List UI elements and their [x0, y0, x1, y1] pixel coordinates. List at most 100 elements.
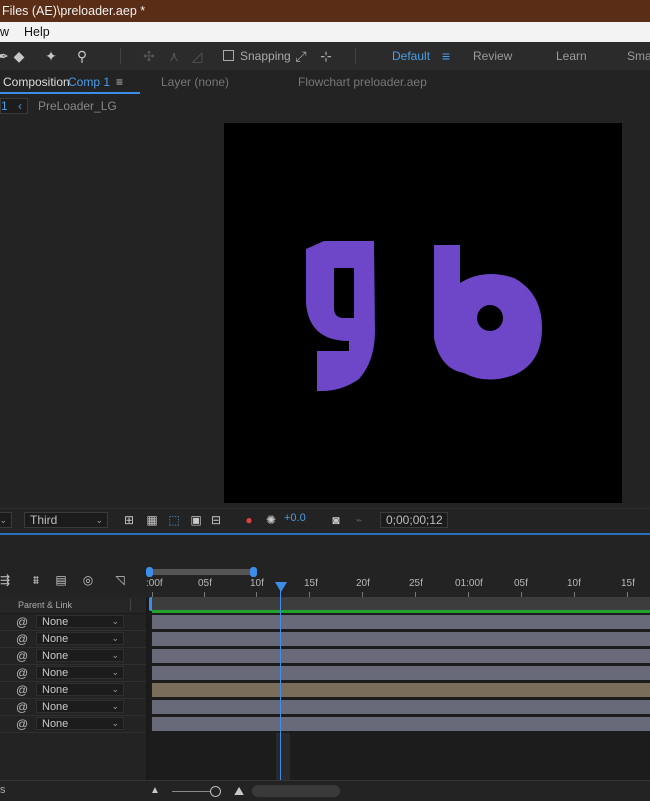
pick-whip-icon[interactable]: @	[16, 649, 28, 663]
parent-link-column-header[interactable]: Parent & Link	[18, 597, 72, 613]
time-ruler[interactable]: :00f 05f 10f 15f 20f 25f 01:00f 05f 10f …	[146, 565, 650, 597]
frame-blending-icon[interactable]: ◎	[79, 571, 97, 589]
region-of-interest-icon[interactable]: ▣	[187, 511, 205, 529]
panel-menu-icon[interactable]: ≡	[116, 70, 123, 94]
ruler-label: 20f	[356, 578, 370, 589]
workspace-menu-icon[interactable]: ≡	[437, 47, 455, 65]
layer-duration-bar[interactable]	[152, 615, 650, 629]
viewer-panel-header: Composition Comp 1 ≡ Layer (none) Flowch…	[0, 70, 650, 95]
parent-dropdown[interactable]: None ⌄	[36, 717, 124, 730]
window-title: Files (AE)\preloader.aep *	[2, 4, 146, 18]
parent-dropdown[interactable]: None ⌄	[36, 615, 124, 628]
parent-dropdown[interactable]: None ⌄	[36, 700, 124, 713]
workspace-review[interactable]: Review	[473, 42, 512, 70]
breadcrumb-comp[interactable]: PreLoader_LG	[38, 94, 117, 118]
current-frame-column	[276, 733, 290, 780]
exposure-value[interactable]: +0.0	[284, 512, 306, 524]
layer-duration-bar[interactable]	[152, 649, 650, 663]
layer-duration-bar[interactable]	[152, 700, 650, 714]
puppet-advanced-icon[interactable]: ⋏	[165, 47, 183, 65]
snap-edge-icon[interactable]: ⤢	[292, 47, 310, 65]
composition-flowchart-icon[interactable]: ⇶	[0, 571, 14, 589]
draft-3d-icon[interactable]: ⩩	[27, 571, 45, 589]
zoom-out-icon[interactable]: ▲	[146, 782, 164, 800]
work-area-bar[interactable]	[148, 569, 256, 575]
pick-whip-icon[interactable]: @	[16, 683, 28, 697]
layer-duration-bar[interactable]	[152, 683, 650, 697]
mask-path-icon[interactable]: ⬚	[165, 511, 183, 529]
layer-row[interactable]: @ None ⌄	[0, 648, 146, 665]
shy-layers-icon[interactable]: ▤	[52, 571, 70, 589]
tools-toolbar: ✒ ◆ ✦ ⚲ ✣ ⋏ ◿ Snapping ⤢ ⊹ Default ≡ Rev…	[0, 42, 650, 71]
eraser-tool-icon[interactable]: ◆	[10, 47, 28, 65]
menu-item-help[interactable]: Help	[24, 22, 50, 42]
footer-label-fragment: s	[0, 784, 6, 796]
window-title-bar: Files (AE)\preloader.aep *	[0, 0, 650, 22]
puppet-tool-icon[interactable]: ✦	[42, 47, 60, 65]
pick-whip-icon[interactable]: @	[16, 632, 28, 646]
timeline-tracks[interactable]	[149, 597, 650, 780]
ruler-label: 10f	[567, 578, 581, 589]
timeline-toolbar: ⇶ ⩩ ▤ ◎ ◹	[0, 565, 146, 597]
view-layout-dropdown[interactable]: Third ⌄	[24, 512, 108, 528]
comp-index[interactable]: 1	[1, 94, 8, 118]
composition-canvas[interactable]	[224, 123, 622, 503]
layer-row[interactable]: @ None ⌄	[0, 631, 146, 648]
layer-duration-bar[interactable]	[152, 666, 650, 680]
fast-preview-icon[interactable]: ⊞	[120, 511, 138, 529]
workspace-learn[interactable]: Learn	[556, 42, 587, 70]
chevron-left-icon[interactable]: ‹	[18, 94, 22, 118]
menu-item-window[interactable]: w	[0, 22, 9, 42]
pin-tool-icon[interactable]: ⚲	[73, 47, 91, 65]
view-layout-value: Third	[30, 513, 58, 527]
pick-whip-icon[interactable]: @	[16, 700, 28, 714]
layer-row[interactable]: @ None ⌄	[0, 716, 146, 733]
timeline-footer: s ▲ ⛰	[0, 780, 650, 801]
timecode-value: 0;00;00;12	[386, 513, 443, 527]
layer-row[interactable]: @ None ⌄	[0, 614, 146, 631]
work-area-start-handle[interactable]	[146, 567, 153, 577]
work-area-end-handle[interactable]	[250, 567, 257, 577]
parent-dropdown[interactable]: None ⌄	[36, 683, 124, 696]
transparency-grid-icon[interactable]: ▦	[143, 511, 161, 529]
flowchart-tab[interactable]: Flowchart preloader.aep	[298, 70, 427, 94]
logo-letter-b	[434, 245, 542, 380]
layer-row[interactable]: @ None ⌄	[0, 665, 146, 682]
reset-exposure-icon[interactable]: ✺	[262, 511, 280, 529]
graph-editor-icon[interactable]: ◹	[111, 571, 129, 589]
composition-name[interactable]: Comp 1	[68, 70, 110, 94]
toggle-guides-icon[interactable]: ⊟	[207, 511, 225, 529]
zoom-slider-handle[interactable]	[210, 786, 221, 797]
snapping-checkbox[interactable]	[223, 50, 234, 61]
snapshot-camera-icon[interactable]: ◙	[327, 511, 345, 529]
puppet-bend-icon[interactable]: ◿	[188, 47, 206, 65]
timeline-scrollbar[interactable]	[252, 785, 340, 797]
layer-row[interactable]: @ None ⌄	[0, 682, 146, 699]
pick-whip-icon[interactable]: @	[16, 615, 28, 629]
zoom-in-icon[interactable]: ⛰	[230, 782, 248, 800]
current-time-indicator-head[interactable]	[275, 582, 287, 592]
menu-bar: w Help	[0, 22, 650, 42]
parent-dropdown[interactable]: None ⌄	[36, 649, 124, 662]
ruler-label: 15f	[304, 578, 318, 589]
current-time-indicator[interactable]	[280, 588, 281, 780]
color-channels-icon[interactable]: ●	[240, 511, 258, 529]
composition-tab-label[interactable]: Composition	[3, 70, 70, 94]
parent-dropdown[interactable]: None ⌄	[36, 632, 124, 645]
layer-row[interactable]: @ None ⌄	[0, 699, 146, 716]
logo-letter-g	[306, 241, 375, 391]
layer-duration-bar[interactable]	[152, 717, 650, 731]
workspace-small[interactable]: Smal	[627, 42, 650, 70]
layer-duration-bar[interactable]	[152, 632, 650, 646]
snap-grid-icon[interactable]: ⊹	[317, 47, 335, 65]
workspace-default[interactable]: Default	[392, 42, 430, 70]
timecode-field[interactable]: 0;00;00;12	[380, 512, 448, 528]
layer-tab[interactable]: Layer (none)	[161, 70, 229, 94]
ruler-label: 05f	[198, 578, 212, 589]
parent-dropdown[interactable]: None ⌄	[36, 666, 124, 679]
pick-whip-icon[interactable]: @	[16, 666, 28, 680]
pick-whip-icon[interactable]: @	[16, 717, 28, 731]
magnification-dropdown[interactable]: ⌄	[0, 512, 12, 528]
show-snapshot-icon[interactable]: ⌁	[350, 511, 368, 529]
puppet-pin-icon[interactable]: ✣	[140, 47, 158, 65]
